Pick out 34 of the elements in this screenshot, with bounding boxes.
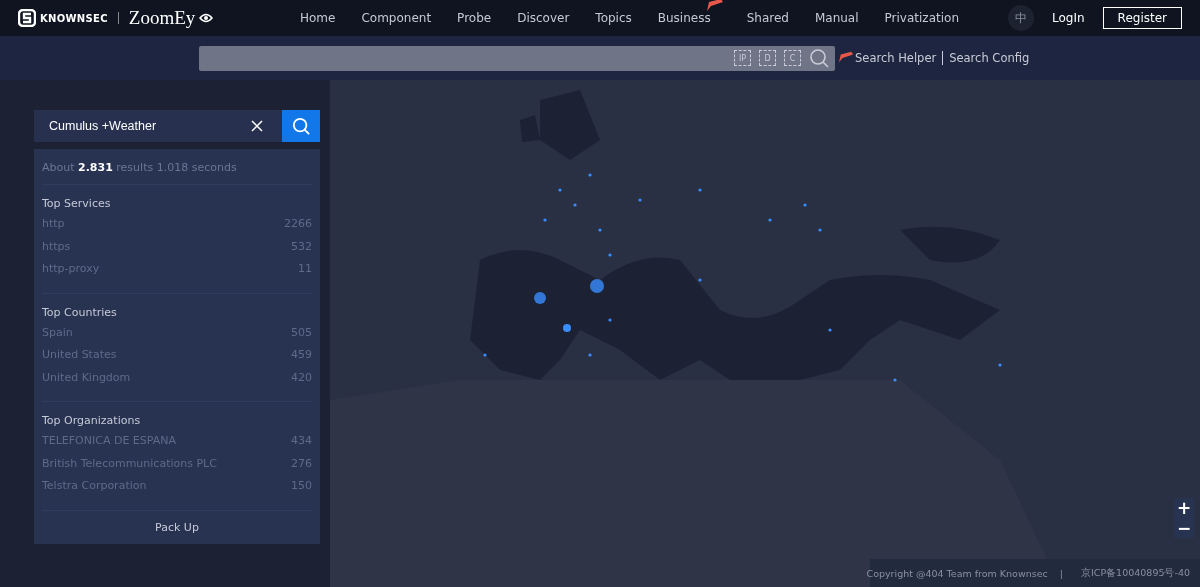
footer-separator: | [1059,567,1063,579]
copyright-text: Copyright @404 Team from Knownsec [866,567,1048,579]
login-link[interactable]: LogIn [1052,11,1085,25]
search-button[interactable] [282,110,320,142]
brand-name: KNOWNSEC [40,12,108,24]
nav-link[interactable]: Topics [595,11,632,25]
search-icon [292,117,310,135]
register-button[interactable]: Register [1102,7,1182,29]
zoom-button[interactable]: + [1174,498,1194,518]
search-icon[interactable] [809,48,829,68]
nav-link[interactable]: Privatization [884,11,959,25]
nav-link[interactable]: Business [657,11,711,25]
knownsec-logo-icon [18,9,36,27]
section-title: Top Countries [42,305,118,319]
query-field[interactable]: Cumulus +Weather [34,110,246,142]
nav-link[interactable]: Shared [746,11,789,25]
pack-up-button[interactable]: Pack Up [42,510,312,544]
search-config-link[interactable]: Search Config [949,51,1030,65]
results-summary: About 2.831 results 1.018 seconds [42,149,312,185]
nav-link[interactable]: Probe [457,11,492,25]
icp-link[interactable]: 京ICP备10040895号-40 [1080,566,1190,580]
zoom-button[interactable]: − [1174,518,1194,538]
section-title: Top Organizations [42,414,142,427]
nav-link[interactable]: Discover [517,11,570,25]
nav-link[interactable]: Manual [814,11,859,25]
nav-link[interactable]: Home [300,11,336,25]
section-title: Top Services [42,197,112,210]
search-helper-link[interactable]: Search Helper [855,51,937,65]
language-button[interactable]: 中 [1008,5,1034,31]
eye-icon [199,13,214,23]
clear-button[interactable] [246,110,282,142]
close-icon [251,120,263,132]
product-name: ZoomEy [128,7,196,29]
nav-link[interactable]: Component [361,11,432,25]
